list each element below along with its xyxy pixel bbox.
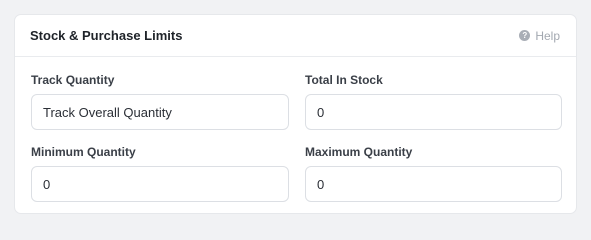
total-in-stock-field: Total In Stock 0 xyxy=(305,73,562,130)
minimum-quantity-value: 0 xyxy=(43,176,51,192)
stock-purchase-limits-panel: Stock & Purchase Limits ? Help Track Qua… xyxy=(14,14,577,214)
question-circle-icon: ? xyxy=(519,30,531,41)
track-quantity-select[interactable]: Track Overall Quantity xyxy=(31,94,289,130)
track-quantity-value: Track Overall Quantity xyxy=(43,104,172,120)
maximum-quantity-label: Maximum Quantity xyxy=(305,145,413,159)
track-quantity-field: Track Quantity Track Overall Quantity xyxy=(31,73,289,130)
maximum-quantity-field: Maximum Quantity 0 xyxy=(305,145,562,202)
minimum-quantity-label: Minimum Quantity xyxy=(31,145,136,159)
maximum-quantity-value: 0 xyxy=(317,176,325,192)
minimum-quantity-input[interactable]: 0 xyxy=(31,166,289,202)
panel-header: Stock & Purchase Limits ? Help xyxy=(15,15,576,57)
total-in-stock-label: Total In Stock xyxy=(305,73,383,87)
minimum-quantity-field: Minimum Quantity 0 xyxy=(31,145,289,202)
help-label: Help xyxy=(535,28,560,43)
track-quantity-label: Track Quantity xyxy=(31,73,115,87)
panel-title: Stock & Purchase Limits xyxy=(30,28,183,43)
help-link[interactable]: ? Help xyxy=(519,29,560,43)
total-in-stock-value: 0 xyxy=(317,104,325,120)
total-in-stock-input[interactable]: 0 xyxy=(305,94,562,130)
maximum-quantity-input[interactable]: 0 xyxy=(305,166,562,202)
